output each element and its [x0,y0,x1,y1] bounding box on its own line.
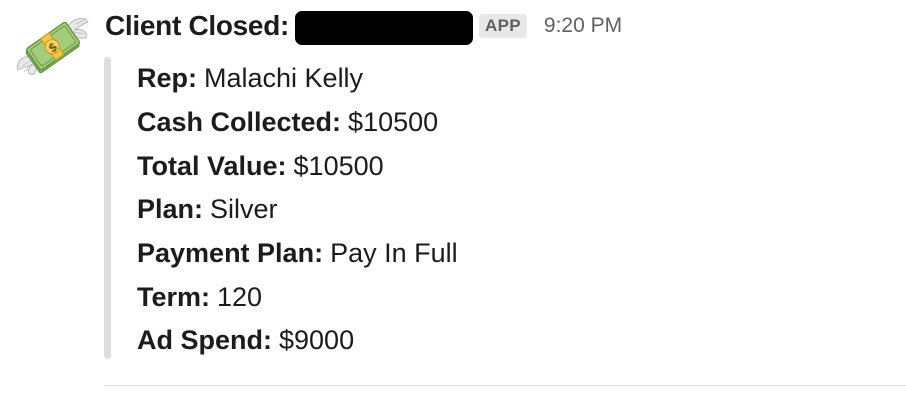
field-value: $9000 [279,325,355,356]
field-payment-plan: Payment Plan: Pay In Full [137,232,458,276]
field-rep: Rep: Malachi Kelly [137,57,458,101]
field-label: Payment Plan: [137,238,324,269]
field-label: Term: [137,281,211,312]
field-value: Malachi Kelly [204,63,364,94]
field-label: Total Value: [137,150,287,181]
message-timestamp[interactable]: 9:20 PM [544,14,622,38]
field-label: Plan: [137,194,204,225]
field-value: Silver [210,194,278,225]
field-total-value: Total Value: $10500 [137,144,458,188]
field-value: Pay In Full [330,238,458,269]
field-value: $10500 [293,150,384,181]
attachment-bar [104,57,111,359]
attachment-fields: Rep: Malachi Kelly Cash Collected: $1050… [137,57,458,363]
sender-name[interactable]: Client Closed: [105,10,289,42]
field-cash-collected: Cash Collected: $10500 [137,101,458,145]
field-label: Cash Collected: [137,107,342,138]
field-value: 120 [217,281,263,312]
field-value: $10500 [348,107,439,138]
field-label: Ad Spend: [137,325,272,356]
field-plan: Plan: Silver [137,188,458,232]
message: $ Client Closed: APP 9:20 PM Rep: Malach… [0,0,906,410]
redacted-client-name [295,11,474,45]
message-divider [104,385,906,386]
field-label: Rep: [137,63,197,94]
field-term: Term: 120 [137,275,458,319]
field-ad-spend: Ad Spend: $9000 [137,319,458,363]
app-badge: APP [479,14,527,38]
message-header: Client Closed: APP 9:20 PM [105,6,622,46]
money-with-wings-icon[interactable]: $ [14,12,90,86]
message-attachment: Rep: Malachi Kelly Cash Collected: $1050… [104,57,704,359]
